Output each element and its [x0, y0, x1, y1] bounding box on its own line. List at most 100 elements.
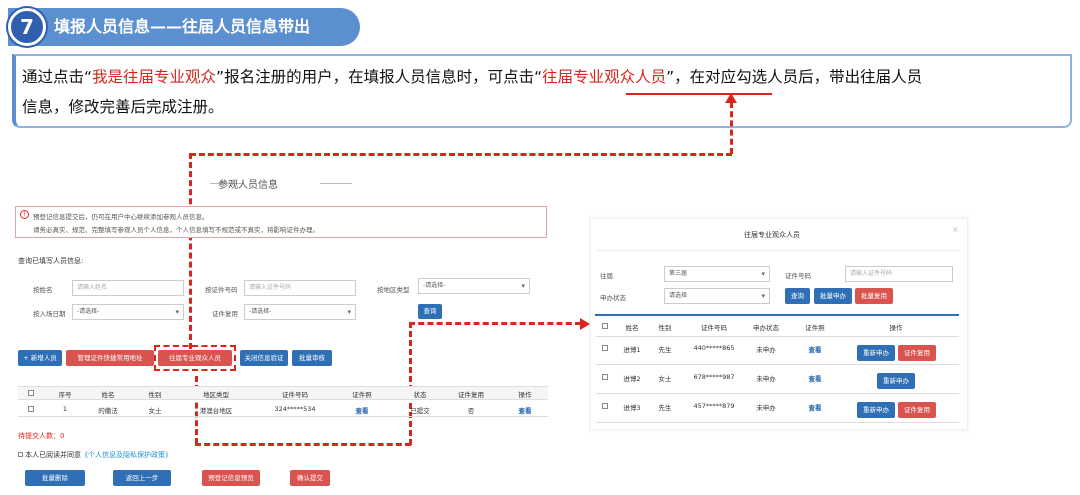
modal-cell-name: 进博2 — [623, 375, 641, 383]
column-header: 证件复用 — [458, 391, 484, 399]
modal-row-checkbox[interactable] — [602, 345, 608, 351]
row-divider — [596, 336, 959, 337]
modal-cell-status: 未申办 — [756, 404, 776, 412]
back-button[interactable]: 返回上一步 — [113, 470, 171, 486]
agree-text: 本人已阅读并同意《个人信息及隐私保护政策》 — [25, 450, 172, 460]
query-label: 查询已填写人员信息: — [18, 257, 84, 265]
modal-table-topline — [595, 314, 959, 316]
batch-reuse-button[interactable]: 批量复用 — [855, 288, 893, 304]
close-icon[interactable]: × — [952, 225, 959, 234]
cell-region: 港澳台地区 — [199, 407, 233, 415]
close-verify-button[interactable]: 关闭信息验证 — [240, 350, 288, 366]
region-label: 按地区类型 — [377, 286, 410, 294]
intro-text-part: ”报名注册的用户，在填报人员信息时，可点击“ — [216, 68, 543, 86]
column-header: 姓名 — [625, 324, 639, 332]
column-header: 地区类型 — [203, 391, 229, 399]
modal-cell-name: 进博1 — [623, 346, 641, 354]
cert-label: 按证件号码 — [205, 286, 238, 294]
annotation-line — [730, 102, 733, 154]
batch-apply-button[interactable]: 批量申办 — [814, 288, 852, 304]
row-divider — [596, 393, 959, 394]
column-header: 性别 — [148, 391, 162, 399]
cell-seq: 1 — [62, 405, 68, 413]
cell-gender: 女士 — [148, 407, 162, 415]
column-header: 证件照 — [805, 324, 825, 332]
past-audience-button[interactable]: 往届专业观众人员 — [158, 350, 232, 366]
modal-cert-label: 证件号码 — [785, 272, 811, 280]
column-header: 状态 — [413, 391, 427, 399]
cell-cert: 324*****534 — [274, 405, 316, 413]
annotation-line — [189, 153, 192, 349]
confirm-submit-button[interactable]: 确认提交 — [290, 470, 330, 486]
annotation-line — [195, 443, 411, 446]
batch-delete-button[interactable]: 批量删除 — [25, 470, 85, 486]
title-divider — [320, 183, 352, 184]
row-divider — [18, 416, 548, 417]
cell-status: 已提交 — [410, 407, 430, 415]
status-select[interactable]: 请选择 — [664, 288, 770, 304]
notice-line: 预登记信息提交后，仍可在用户中心继续添加参观人员信息。 — [33, 213, 209, 221]
column-header: 申办状态 — [753, 324, 779, 332]
annotation-line — [409, 322, 581, 325]
modal-row-checkbox[interactable] — [602, 374, 608, 380]
reuse-cert-button[interactable]: 证件复用 — [898, 402, 936, 418]
modal-cell-name: 进博3 — [623, 404, 641, 412]
reuse-select[interactable]: -请选择- — [244, 304, 356, 320]
modal-view-photo-link[interactable]: 查看 — [805, 402, 825, 412]
date-select[interactable]: -请选择- — [72, 304, 184, 320]
agree-checkbox[interactable] — [18, 452, 23, 457]
search-button[interactable]: 查询 — [418, 304, 442, 319]
cert-input[interactable]: 请输入证件号码 — [244, 280, 356, 296]
session-select[interactable]: 第三届 — [664, 266, 770, 282]
intro-text-part: ”，在对应勾选人员后，带出往届人员 — [666, 68, 923, 86]
notice-line: 请务必真实、规范、完整填写参观人员个人信息，个人信息填写不规范或不真实，将影响证… — [33, 226, 319, 234]
modal-cell-gender: 先生 — [658, 404, 672, 412]
annotation-line — [190, 153, 732, 156]
region-select[interactable]: -请选择- — [418, 278, 530, 294]
pending-count: 待提交人数：0 — [18, 432, 65, 440]
modal-cell-gender: 女士 — [658, 375, 672, 383]
column-header: 操作 — [518, 391, 532, 399]
modal-cell-status: 未申办 — [756, 375, 776, 383]
column-header: 操作 — [889, 324, 903, 332]
column-header: 证件号码 — [701, 324, 727, 332]
manage-address-button[interactable]: 管理证件快捷常用地址 — [66, 350, 154, 366]
column-header: 证件照 — [352, 391, 372, 399]
column-header: 序号 — [58, 391, 72, 399]
modal-divider — [596, 250, 960, 251]
alert-icon: ! — [20, 210, 29, 219]
view-photo-link[interactable]: 查看 — [350, 405, 374, 415]
column-header: 证件号码 — [282, 391, 308, 399]
reuse-cert-button[interactable]: 证件复用 — [898, 345, 936, 361]
name-input[interactable]: 请输入姓名 — [72, 280, 184, 296]
step-number-badge: 7 — [8, 8, 46, 46]
add-person-button[interactable]: + 新增人员 — [18, 350, 62, 366]
preview-button[interactable]: 预登记信息预览 — [202, 470, 260, 486]
reapply-button[interactable]: 重新申办 — [857, 345, 895, 361]
modal-cert-input[interactable]: 请输入证件号码 — [845, 266, 953, 282]
highlight-underline — [626, 93, 772, 95]
modal-select-all-checkbox[interactable] — [602, 323, 608, 329]
modal-view-photo-link[interactable]: 查看 — [805, 344, 825, 354]
modal-cell-cert: 678*****987 — [693, 373, 735, 381]
modal-view-photo-link[interactable]: 查看 — [805, 373, 825, 383]
intro-highlight-past-staff: 往届专业观众人员 — [542, 68, 667, 86]
reapply-button[interactable]: 重新申办 — [877, 373, 915, 389]
modal-row-checkbox[interactable] — [602, 403, 608, 409]
modal-search-button[interactable]: 查询 — [785, 288, 810, 304]
row-checkbox[interactable] — [28, 406, 34, 412]
privacy-policy-link[interactable]: 《个人信息及隐私保护政策》 — [81, 451, 172, 459]
reapply-button[interactable]: 重新申办 — [857, 402, 895, 418]
select-all-checkbox[interactable] — [28, 390, 34, 396]
intro-text-part: 信息，修改完善后完成注册。 — [22, 98, 224, 116]
agree-label: 本人已阅读并同意 — [25, 451, 81, 459]
column-header: 姓名 — [101, 391, 115, 399]
modal-cell-cert: 440*****865 — [693, 344, 735, 352]
session-label: 往届 — [600, 272, 613, 280]
batch-review-button[interactable]: 批量审核 — [292, 350, 332, 366]
intro-highlight-past-audience: 我是往届专业观众 — [92, 68, 217, 86]
cell-reuse: 否 — [467, 407, 475, 415]
row-view-link[interactable]: 查看 — [515, 405, 535, 415]
intro-text: 通过点击“我是往届专业观众”报名注册的用户，在填报人员信息时，可点击“往届专业观… — [22, 62, 1067, 122]
arrow-right-icon — [580, 318, 590, 330]
